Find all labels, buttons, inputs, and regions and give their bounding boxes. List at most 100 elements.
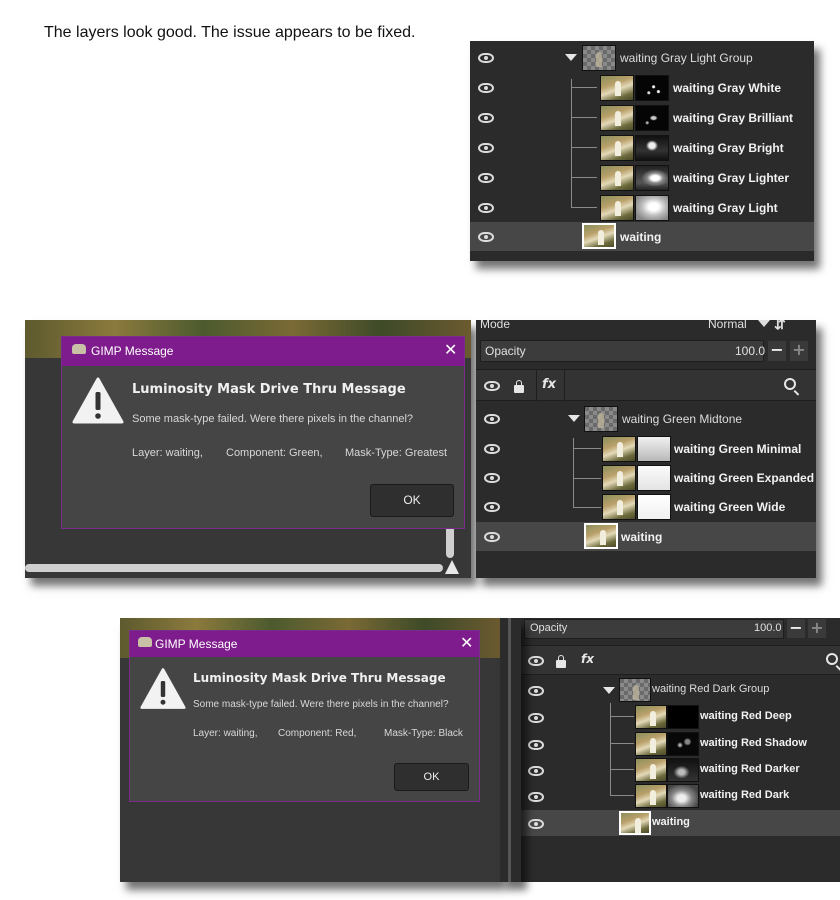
layer-thumbnail xyxy=(635,758,667,782)
layer-row[interactable]: waiting Gray Light xyxy=(470,193,814,223)
chevron-down-icon[interactable] xyxy=(758,320,770,327)
eye-icon[interactable] xyxy=(478,53,494,63)
opacity-slider[interactable]: Opacity 100.0 xyxy=(480,340,766,362)
layer-name: waiting Green Midtone xyxy=(622,412,743,426)
eye-icon[interactable] xyxy=(478,143,494,153)
layer-mask-thumbnail xyxy=(667,705,699,729)
layers-panel-gray: waiting Gray Light Group waiting Gray Wh… xyxy=(470,41,814,261)
warning-icon xyxy=(72,377,124,424)
caption-text: The layers look good. The issue appears … xyxy=(44,24,416,41)
layer-mask-thumbnail xyxy=(635,75,669,101)
dialog-mask-type: Mask-Type: Greatest xyxy=(345,447,448,459)
fx-icon[interactable]: fx xyxy=(542,377,556,392)
eye-icon[interactable] xyxy=(528,819,544,829)
triangle-down-icon[interactable] xyxy=(568,415,580,422)
eye-icon[interactable] xyxy=(478,113,494,123)
layer-mask-thumbnail xyxy=(637,465,671,491)
dialog-heading: Luminosity Mask Drive Thru Message xyxy=(193,671,446,685)
pane-divider[interactable] xyxy=(508,618,511,882)
opacity-decrease-button[interactable]: − xyxy=(768,341,786,361)
opacity-increase-button[interactable]: + xyxy=(808,619,826,638)
layer-thumbnail xyxy=(602,494,636,520)
layer-row-group[interactable]: waiting Green Midtone xyxy=(476,404,816,434)
close-icon[interactable]: ✕ xyxy=(444,340,457,360)
eye-icon[interactable] xyxy=(528,713,544,723)
dialog-message: Some mask-type failed. Were there pixels… xyxy=(193,699,449,710)
canvas-scrollbar-horizontal[interactable] xyxy=(25,564,443,572)
close-icon[interactable]: ✕ xyxy=(460,633,473,653)
eye-icon[interactable] xyxy=(528,740,544,750)
layer-row-selected[interactable]: waiting xyxy=(470,222,814,251)
opacity-decrease-button[interactable]: − xyxy=(787,619,805,638)
layers-panel-red: Opacity 100.0 − + fx waiting Red Dark Gr… xyxy=(521,618,840,882)
layer-row[interactable]: waiting Red Deep xyxy=(521,704,840,731)
lock-icon[interactable] xyxy=(556,655,566,668)
search-icon[interactable] xyxy=(826,653,838,665)
panel-toolbar: fx xyxy=(521,645,840,675)
dialog-heading: Luminosity Mask Drive Thru Message xyxy=(132,382,406,397)
dialog-component: Component: Red, xyxy=(278,728,357,739)
layer-row[interactable]: waiting Gray Bright xyxy=(470,133,814,163)
layer-row-selected[interactable]: waiting xyxy=(476,522,816,551)
eye-icon[interactable] xyxy=(484,444,500,454)
eye-icon[interactable] xyxy=(484,473,500,483)
eye-icon[interactable] xyxy=(484,414,500,424)
opacity-increase-button[interactable]: + xyxy=(790,341,808,361)
eye-icon[interactable] xyxy=(484,532,500,542)
eye-icon[interactable] xyxy=(478,232,494,242)
layer-row-selected[interactable]: waiting xyxy=(521,810,840,836)
layer-row[interactable]: waiting Gray Lighter xyxy=(470,163,814,193)
eye-icon[interactable] xyxy=(528,656,544,666)
layer-row[interactable]: waiting Gray Brilliant xyxy=(470,103,814,133)
layer-row-group[interactable]: waiting Red Dark Group xyxy=(521,677,840,704)
layer-row-group[interactable]: waiting Gray Light Group xyxy=(470,43,814,73)
dock-separator xyxy=(500,618,521,882)
eye-icon[interactable] xyxy=(478,203,494,213)
ok-button[interactable]: OK xyxy=(370,484,454,517)
layer-name: waiting xyxy=(620,230,662,244)
layer-thumbnail xyxy=(582,223,616,249)
eye-icon[interactable] xyxy=(484,502,500,512)
triangle-down-icon[interactable] xyxy=(565,54,577,61)
layer-name: waiting xyxy=(621,530,663,544)
layer-name: waiting Gray Light xyxy=(673,201,778,215)
eye-icon[interactable] xyxy=(528,686,544,696)
dialog-mask-type: Mask-Type: Black xyxy=(384,728,463,739)
layer-name: waiting Red Darker xyxy=(700,763,800,775)
eye-icon[interactable] xyxy=(478,83,494,93)
layer-name: waiting xyxy=(652,816,690,828)
opacity-label: Opacity xyxy=(485,344,526,358)
layer-row[interactable]: waiting Gray White xyxy=(470,73,814,103)
layers-panel-green: Mode Normal ⇵ Opacity 100.0 − + fx waiti… xyxy=(476,320,816,578)
layer-name: waiting Red Dark xyxy=(700,789,790,801)
triangle-down-icon[interactable] xyxy=(603,687,615,694)
dialog-layer: Layer: waiting, xyxy=(132,447,203,459)
layer-name: waiting Green Minimal xyxy=(674,442,802,456)
navigate-icon[interactable] xyxy=(445,560,459,574)
opacity-slider[interactable]: Opacity 100.0 xyxy=(524,619,784,639)
ok-button[interactable]: OK xyxy=(394,763,469,791)
layer-row[interactable]: waiting Red Darker xyxy=(521,757,840,784)
layer-thumbnail xyxy=(602,436,636,462)
layer-row[interactable]: waiting Green Minimal xyxy=(476,434,816,464)
layer-row[interactable]: waiting Red Shadow xyxy=(521,731,840,758)
eye-icon[interactable] xyxy=(528,766,544,776)
layer-row[interactable]: waiting Green Expanded xyxy=(476,463,816,493)
layer-mode-icon[interactable]: ⇵ xyxy=(774,320,786,333)
opacity-value: 100.0 xyxy=(735,344,766,358)
mode-value[interactable]: Normal xyxy=(708,320,747,331)
lock-icon[interactable] xyxy=(514,380,524,393)
layer-thumbnail xyxy=(600,75,634,101)
search-icon[interactable] xyxy=(784,378,796,390)
layer-thumbnail xyxy=(619,678,651,702)
dialog-title: GIMP Message xyxy=(91,344,174,358)
eye-icon[interactable] xyxy=(528,792,544,802)
dialog-component: Component: Green, xyxy=(226,447,323,459)
fx-icon[interactable]: fx xyxy=(581,652,594,666)
layer-thumbnail xyxy=(600,195,634,221)
layer-row[interactable]: waiting Green Wide xyxy=(476,492,816,522)
layer-row[interactable]: waiting Red Dark xyxy=(521,783,840,810)
eye-icon[interactable] xyxy=(484,381,500,391)
toolbar-divider xyxy=(536,370,537,402)
eye-icon[interactable] xyxy=(478,173,494,183)
